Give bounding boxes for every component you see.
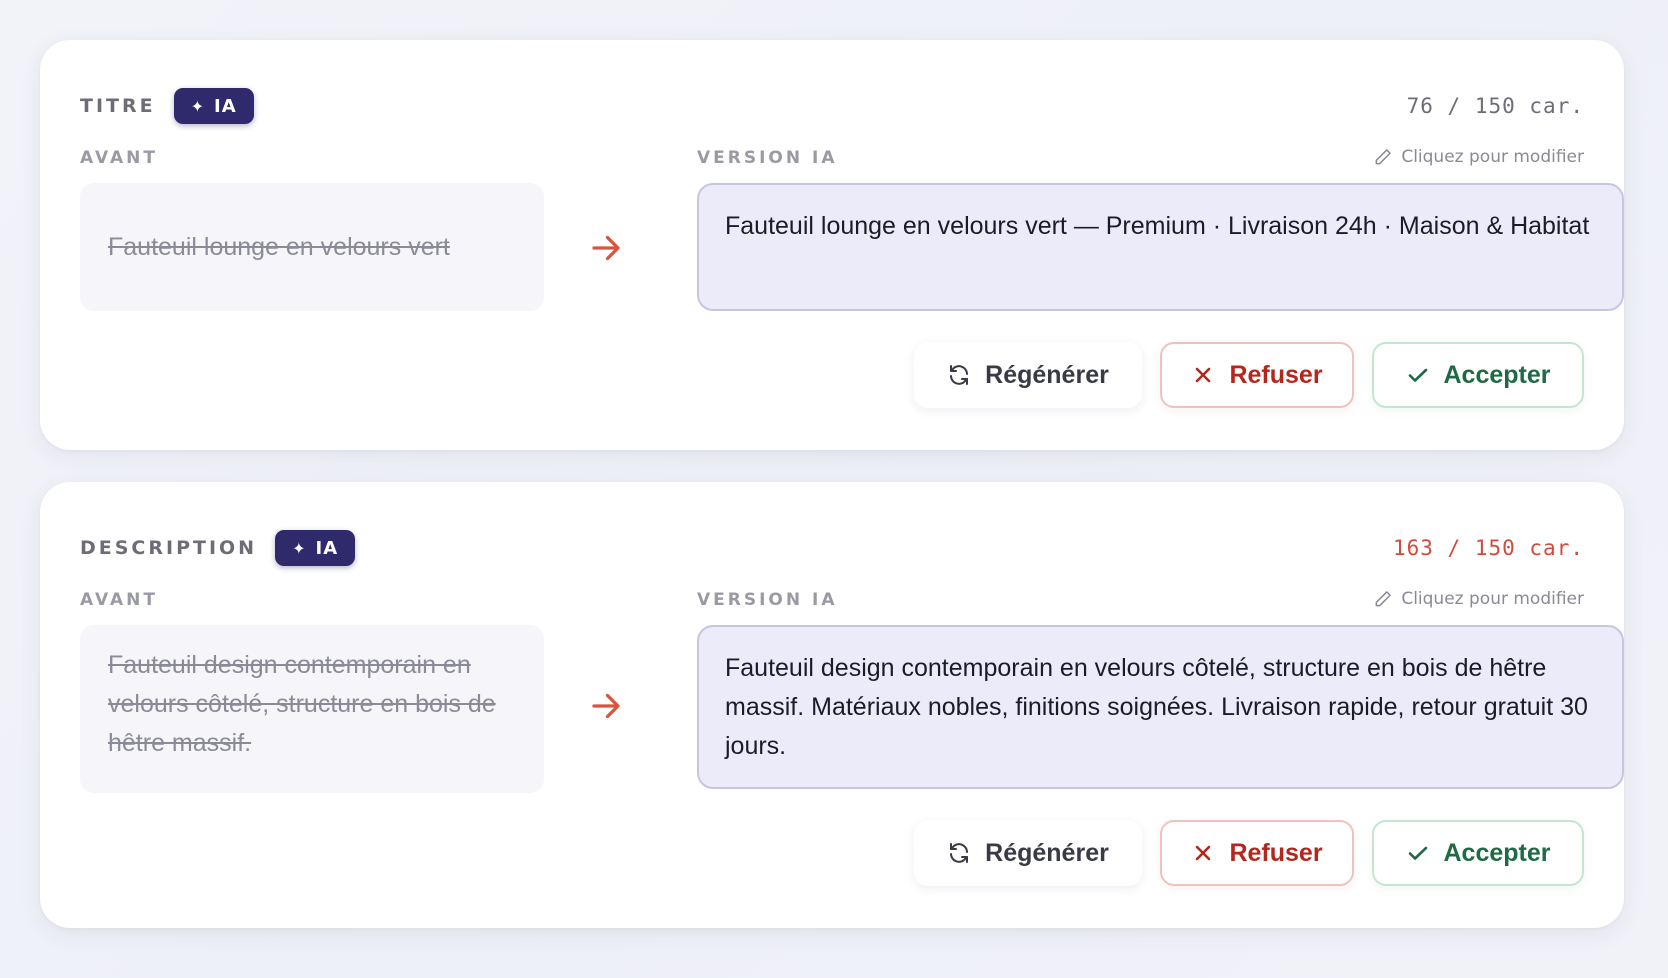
regenerate-label: Régénérer [985, 838, 1109, 867]
before-label: AVANT [80, 148, 158, 168]
action-bar: Régénérer Refuser Accepter [914, 820, 1584, 886]
accept-label: Accepter [1443, 838, 1551, 867]
pencil-icon [1375, 591, 1392, 607]
sparkle-icon: ✦ [190, 96, 206, 116]
ia-text-editor[interactable]: Fauteuil lounge en velours vert — Premiu… [697, 183, 1624, 311]
action-bar: Régénérer Refuser Accepter [914, 342, 1584, 408]
field-name: TITRE [80, 95, 156, 117]
field-card-title: TITRE ✦ IA 76 / 150 car. AVANT VERSION I… [40, 40, 1624, 450]
check-icon [1408, 846, 1427, 860]
refresh-icon [950, 843, 969, 863]
ia-text-editor[interactable]: Fauteuil design contemporain en velours … [697, 625, 1624, 789]
ia-badge: ✦ IA [173, 88, 254, 124]
regenerate-button[interactable]: Régénérer [914, 820, 1142, 886]
arrow-right-icon [592, 235, 620, 261]
ia-version-label: VERSION IA [697, 148, 838, 168]
before-text-box: Fauteuil lounge en velours vert [80, 183, 544, 311]
refuse-label: Refuser [1229, 838, 1323, 867]
accept-label: Accepter [1443, 360, 1551, 389]
ia-version-label: VERSION IA [697, 590, 838, 610]
arrow-right-icon [592, 693, 620, 719]
before-label: AVANT [80, 590, 158, 610]
edit-hint-text: Cliquez pour modifier [1401, 589, 1584, 609]
ia-badge: ✦ IA [275, 530, 356, 566]
accept-button[interactable]: Accepter [1372, 820, 1584, 886]
sparkle-icon: ✦ [292, 538, 307, 558]
field-header: DESCRIPTION ✦ IA [80, 530, 356, 566]
refresh-icon [950, 365, 969, 385]
edit-hint: Cliquez pour modifier [1373, 589, 1584, 609]
refuse-button[interactable]: Refuser [1160, 342, 1354, 408]
regenerate-button[interactable]: Régénérer [914, 342, 1142, 408]
regenerate-label: Régénérer [985, 360, 1109, 389]
pencil-icon [1375, 149, 1392, 165]
char-counter: 163 / 150 car. [1392, 536, 1584, 560]
before-text: Fauteuil design contemporain en velours … [108, 651, 496, 757]
before-text-box: Fauteuil design contemporain en velours … [80, 625, 544, 793]
refuse-label: Refuser [1229, 360, 1323, 389]
edit-hint-text: Cliquez pour modifier [1401, 147, 1584, 167]
char-counter: 76 / 150 car. [1406, 94, 1584, 118]
ia-badge-label: IA [315, 537, 339, 559]
ia-badge-label: IA [214, 95, 237, 117]
edit-hint: Cliquez pour modifier [1373, 147, 1584, 167]
field-header: TITRE ✦ IA [80, 88, 254, 124]
refuse-button[interactable]: Refuser [1160, 820, 1354, 886]
before-text: Fauteuil lounge en velours vert [108, 232, 450, 261]
check-icon [1408, 368, 1427, 382]
accept-button[interactable]: Accepter [1372, 342, 1584, 408]
close-icon [1196, 845, 1211, 861]
close-icon [1196, 367, 1211, 383]
field-name: DESCRIPTION [80, 537, 258, 559]
field-card-description: DESCRIPTION ✦ IA 163 / 150 car. AVANT VE… [40, 482, 1624, 928]
